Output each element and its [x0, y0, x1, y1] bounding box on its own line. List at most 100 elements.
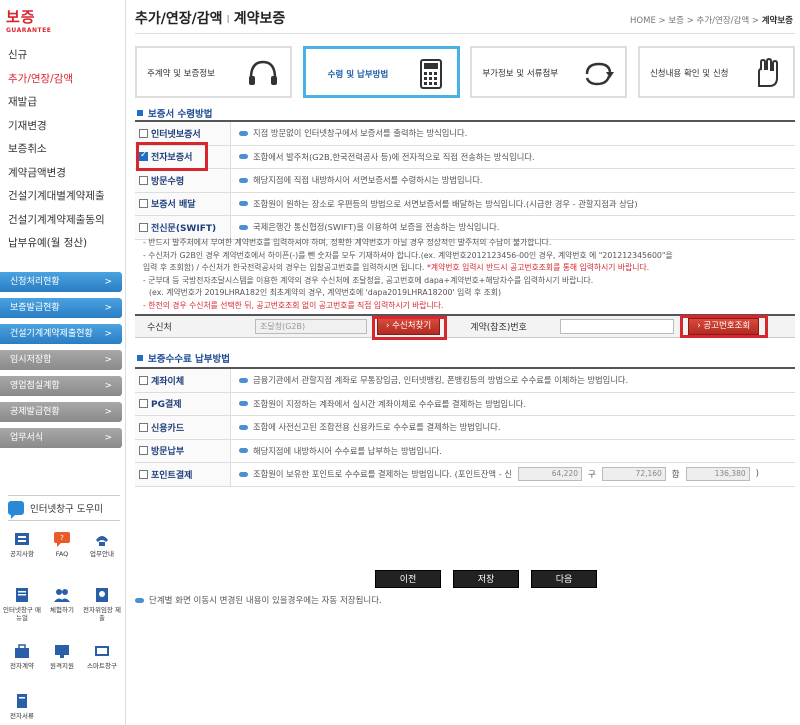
- sidebar: 보증 GUARANTEE 신규 추가/연장/감액 재발급 기재변경 보증취소 계…: [0, 0, 126, 725]
- points-checkbox[interactable]: [139, 469, 148, 479]
- section-button-label: 공제발급현황: [10, 407, 60, 417]
- bullet-icon: [239, 401, 248, 407]
- pg-checkbox[interactable]: [139, 399, 148, 409]
- main-content: 추가/연장/감액 I 계약보증 HOME > 보증 > 추가/연장/감액 > 계약보…: [135, 0, 795, 725]
- menu-item-extend[interactable]: 추가/연장/감액: [8, 68, 120, 92]
- phone-icon: [92, 530, 112, 548]
- option-desc-cell: 조합에서 발주처(G2B,한국전력공사 등)에 전자적으로 직접 전송하는 방식…: [231, 151, 535, 163]
- section-button-label: 임시저장함: [10, 355, 52, 365]
- helper-header: 인터넷창구 도우미: [8, 495, 120, 521]
- page-title-main: 추가/연장/감액: [135, 11, 223, 27]
- section-button-label: 업무서식: [10, 433, 44, 443]
- receipt-option-delivery: 보증서 배달 조합원이 원하는 장소로 우편등의 방법으로 서면보증서를 배달하…: [135, 192, 795, 216]
- document-icon: [92, 586, 112, 604]
- option-desc-cell: 해당지점에 직접 내방하시어 서면보증서를 수령하시는 방법입니다.: [231, 174, 483, 186]
- status-issued-button[interactable]: 보증발급현황 >: [0, 298, 122, 318]
- breadcrumb-separator: >: [751, 16, 760, 26]
- option-desc: 조합원이 보유한 포인트로 수수료를 결제하는 방법입니다. (포인트잔액 - …: [253, 469, 512, 480]
- quick-link-remote[interactable]: 원격지원: [42, 642, 82, 670]
- status-machine-button[interactable]: 건설기계계약제출현황 >: [0, 324, 122, 344]
- menu-item-cancel[interactable]: 보증취소: [8, 138, 120, 162]
- quick-link-contract[interactable]: 전자계약: [2, 642, 42, 670]
- quick-link-faq[interactable]: ? FAQ: [42, 530, 82, 558]
- option-label-cell: PG결제: [135, 392, 231, 415]
- bullet-icon: [239, 130, 248, 136]
- chevron-right-icon: >: [104, 355, 112, 365]
- option-desc-cell: 해당지점에 내방하시어 수수료를 납부하는 방법입니다.: [231, 445, 442, 457]
- menu-item-machine-submit[interactable]: 건설기계대별계약제출: [8, 185, 120, 209]
- breadcrumb-guarantee[interactable]: 보증: [668, 16, 684, 26]
- note-warning: *계약번호 입력시 반드시 공고번호조회를 통해 입력하시기 바랍니다.: [427, 263, 650, 272]
- credit-card-checkbox[interactable]: [139, 422, 148, 432]
- receipt-option-visit: 방문수령 해당지점에 직접 내방하시어 서면보증서를 수령하시는 방법입니다.: [135, 169, 795, 193]
- quick-link-proxy[interactable]: 전자위임장 제출: [82, 586, 122, 622]
- swift-checkbox[interactable]: [139, 222, 148, 232]
- option-label-cell: 전신문(SWIFT): [135, 216, 231, 239]
- receiver-label: 수신처: [147, 323, 172, 333]
- option-desc: 조합원이 지정하는 계좌에서 실시간 계좌이체로 수수료를 결제하는 방법입니다…: [253, 398, 526, 409]
- branch-box-button[interactable]: 영업점실계함 >: [0, 376, 122, 396]
- manual-icon: [12, 586, 32, 604]
- step-contract-info[interactable]: 주계약 및 보증정보: [135, 46, 292, 98]
- option-desc: 조합에 사전신고된 조합전용 신용카드로 수수료를 결제하는 방법입니다.: [253, 422, 501, 433]
- calculator-icon: [419, 59, 442, 89]
- payment-option-card: 신용카드 조합에 사전신고된 조합전용 신용카드로 수수료를 결제하는 방법입니…: [135, 416, 795, 440]
- contract-number-label: 계약(참조)번호: [470, 323, 527, 333]
- contract-number-input[interactable]: [560, 319, 675, 334]
- note-line-wrap: 입력 후 조회함) / 수신처가 한국전력공사의 경우는 입찰공고번호를 입력하…: [143, 262, 793, 275]
- menu-item-machine-consent[interactable]: 건설기계계약제출동의: [8, 209, 120, 233]
- title-separator: I: [226, 13, 230, 26]
- highlight-receiver-search: [372, 316, 447, 340]
- breadcrumb-extend[interactable]: 추가/연장/감액: [697, 16, 750, 26]
- step-receipt-payment[interactable]: 수령 및 납부방법: [302, 46, 460, 98]
- quick-link-manual[interactable]: 인터넷창구 매뉴얼: [2, 586, 42, 622]
- internet-guarantee-checkbox[interactable]: [139, 128, 148, 138]
- forms-button[interactable]: 업무서식 >: [0, 428, 122, 448]
- autosave-note: 단계별 화면 이동시 변경된 내용이 있을경우에는 자동 저장됩니다.: [135, 594, 382, 606]
- temp-storage-button[interactable]: 임시저장함 >: [0, 350, 122, 370]
- quick-link-label: 스마트창구: [87, 662, 117, 670]
- chevron-right-icon: >: [104, 381, 112, 391]
- quick-link-experience[interactable]: 체험하기: [42, 586, 82, 622]
- quick-link-guide[interactable]: 업무안내: [82, 530, 122, 558]
- quick-link-notice[interactable]: 공지사항: [2, 530, 42, 558]
- payment-option-transfer: 계좌이체 금융기관에서 관할지점 계좌로 무통장입금, 인터넷뱅킹, 폰뱅킹등의…: [135, 369, 795, 393]
- save-button[interactable]: 저장: [453, 570, 519, 588]
- status-application-button[interactable]: 신청처리현황 >: [0, 272, 122, 292]
- prev-button[interactable]: 이전: [375, 570, 441, 588]
- breadcrumb-home[interactable]: HOME: [630, 16, 656, 26]
- step-confirm-apply[interactable]: 신청내용 확인 및 신청: [637, 46, 795, 98]
- option-desc: 국제은행간 통신협정(SWIFT)을 이용하여 보증을 전송하는 방식입니다.: [253, 222, 500, 233]
- autosave-note-text: 단계별 화면 이동시 변경된 내용이 있을경우에는 자동 저장됩니다.: [149, 596, 382, 606]
- next-button[interactable]: 다음: [531, 570, 597, 588]
- delivery-checkbox[interactable]: [139, 199, 148, 209]
- option-label-cell: 신용카드: [135, 416, 231, 439]
- note-warning: - 한전의 경우 수신처를 선택한 뒤, 공고번호조회 없이 공고번호를 직접 …: [143, 300, 444, 310]
- step-label: 수령 및 납부방법: [327, 70, 389, 80]
- chat-bubble-icon: [8, 501, 24, 519]
- quick-link-paper[interactable]: 전자서류: [2, 692, 42, 720]
- section-button-label: 건설기계계약제출현황: [10, 329, 93, 339]
- points-old-label: 구: [587, 470, 596, 481]
- menu-item-modify[interactable]: 기재변경: [8, 115, 120, 139]
- quick-link-label: 원격지원: [50, 662, 74, 670]
- menu-item-payment-deferral[interactable]: 납부유예(월 정산): [8, 232, 120, 256]
- transfer-checkbox[interactable]: [139, 375, 148, 385]
- step-attachments[interactable]: 부가정보 및 서류첨부: [470, 46, 628, 98]
- menu-item-new[interactable]: 신규: [8, 44, 120, 68]
- quick-link-label: 전자위임장 제출: [83, 606, 121, 622]
- menu-item-amount-change[interactable]: 계약금액변경: [8, 162, 120, 186]
- logo[interactable]: 보증 GUARANTEE: [6, 6, 51, 34]
- deduction-status-button[interactable]: 공제발급현황 >: [0, 402, 122, 422]
- bullet-icon: [239, 424, 248, 430]
- option-label-cell: 보증서 배달: [135, 192, 231, 215]
- quick-links-row-3: 전자계약 원격지원 스마트창구: [2, 642, 122, 670]
- quick-link-smart[interactable]: 스마트창구: [82, 642, 122, 670]
- bullet-icon: [239, 448, 248, 454]
- visit-receipt-checkbox[interactable]: [139, 175, 148, 185]
- step-label: 신청내용 확인 및 신청: [649, 69, 729, 79]
- menu-item-reissue[interactable]: 재발급: [8, 91, 120, 115]
- receiver-input[interactable]: 조달청(G2B): [255, 319, 367, 334]
- visit-payment-checkbox[interactable]: [139, 446, 148, 456]
- option-label: 방문수령: [151, 176, 185, 187]
